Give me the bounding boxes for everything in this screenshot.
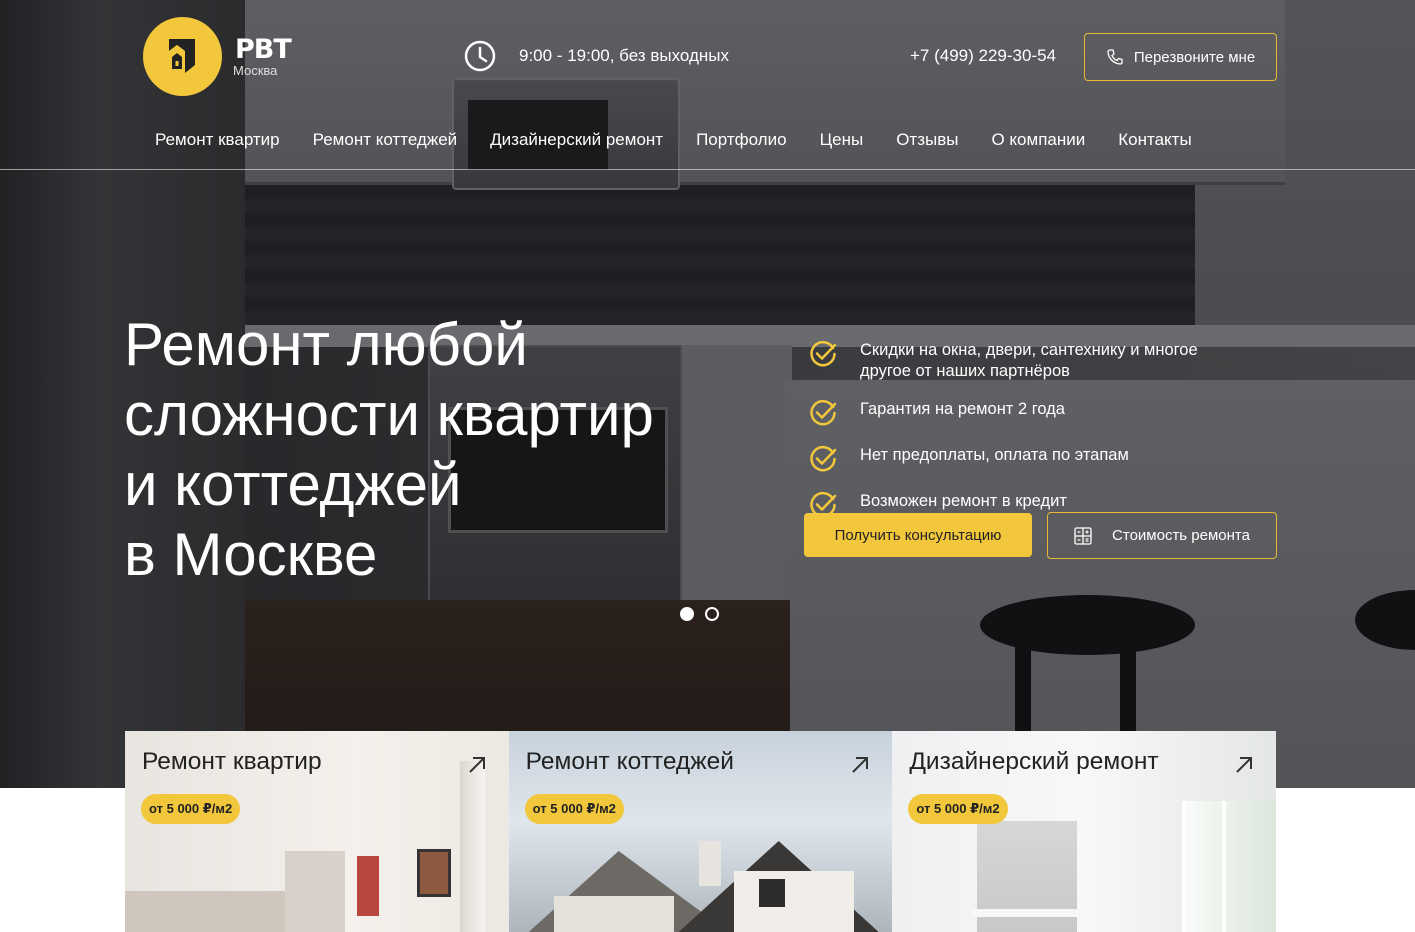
hero-title-line: Ремонт любой xyxy=(124,311,528,378)
slider-dots xyxy=(680,607,730,621)
nav-item-contacts[interactable]: Контакты xyxy=(1118,130,1191,150)
benefit-text: Скидки на окна, двери, сантехнику и мног… xyxy=(860,341,1198,380)
slider-dot-1[interactable] xyxy=(680,607,694,621)
brand-city: Москва xyxy=(233,62,278,78)
slider-dot-2[interactable] xyxy=(705,607,719,621)
benefit-text: Возможен ремонт в кредит xyxy=(860,492,1067,510)
main-nav: Ремонт квартир Ремонт коттеджей Дизайнер… xyxy=(155,130,1225,150)
nav-item-reviews[interactable]: Отзывы xyxy=(896,130,958,150)
repair-cost-label: Стоимость ремонта xyxy=(1112,527,1250,544)
service-card-cottages[interactable]: Ремонт коттеджей от 5 000 ₽/м2 xyxy=(508,731,893,932)
nav-item-apartments[interactable]: Ремонт квартир xyxy=(155,130,280,150)
hero-title-line: и коттеджей xyxy=(124,451,462,518)
card-title: Ремонт коттеджей xyxy=(525,748,734,775)
repair-cost-button[interactable]: Стоимость ремонта xyxy=(1047,512,1277,559)
consultation-button[interactable]: Получить консультацию xyxy=(804,513,1032,557)
nav-item-portfolio[interactable]: Портфолио xyxy=(696,130,786,150)
price-badge: от 5 000 ₽/м2 xyxy=(141,794,241,824)
brand-logo[interactable]: РВТ Москва xyxy=(143,17,292,96)
benefits-list: Скидки на окна, двери, сантехнику и мног… xyxy=(808,340,1248,537)
brand-name: РВТ xyxy=(235,33,292,65)
nav-item-about[interactable]: О компании xyxy=(991,130,1085,150)
benefit-text: Гарантия на ремонт 2 года xyxy=(860,400,1065,418)
hero-title: Ремонт любой сложности квартир и коттедж… xyxy=(124,310,744,590)
calculator-icon xyxy=(1074,526,1092,545)
check-circle-icon xyxy=(810,445,837,472)
house-logo-icon xyxy=(169,39,195,73)
callback-label: Перезвоните мне xyxy=(1133,48,1256,66)
card-title: Ремонт квартир xyxy=(142,748,322,775)
service-cards: Ремонт квартир от 5 000 ₽/м2 Ремонт котт… xyxy=(125,731,1277,932)
price-badge: от 5 000 ₽/м2 xyxy=(908,794,1008,824)
check-circle-icon xyxy=(810,399,837,426)
arrow-up-right-icon xyxy=(468,757,485,773)
service-card-apartments[interactable]: Ремонт квартир от 5 000 ₽/м2 xyxy=(125,731,509,932)
phone-icon xyxy=(1107,49,1123,65)
benefit-item: Нет предоплаты, оплата по этапам xyxy=(808,445,1248,474)
service-card-design[interactable]: Дизайнерский ремонт от 5 000 ₽/м2 xyxy=(892,731,1277,932)
hero-section: РВТ Москва 9:00 - 19:00, без выходных +7… xyxy=(0,0,1415,788)
card-title: Дизайнерский ремонт xyxy=(909,748,1159,775)
clock-icon xyxy=(464,40,496,72)
arrow-up-right-icon xyxy=(852,757,869,773)
nav-item-prices[interactable]: Цены xyxy=(820,130,864,150)
nav-item-cottages[interactable]: Ремонт коттеджей xyxy=(313,130,458,150)
benefit-item: Скидки на окна, двери, сантехнику и мног… xyxy=(808,340,1248,382)
working-hours: 9:00 - 19:00, без выходных xyxy=(463,39,729,73)
nav-divider xyxy=(0,169,1415,170)
phone-number[interactable]: +7 (499) 229-30-54 xyxy=(910,46,1056,66)
benefit-item: Гарантия на ремонт 2 года xyxy=(808,399,1248,428)
check-circle-icon xyxy=(810,340,837,367)
hero-title-line: в Москве xyxy=(124,521,378,588)
callback-button[interactable]: Перезвоните мне xyxy=(1084,33,1277,81)
logo-badge xyxy=(143,17,222,96)
price-badge: от 5 000 ₽/м2 xyxy=(524,794,624,824)
hero-title-line: сложности квартир xyxy=(124,381,654,448)
hours-text: 9:00 - 19:00, без выходных xyxy=(519,46,729,65)
nav-item-design[interactable]: Дизайнерский ремонт xyxy=(490,130,663,150)
arrow-up-right-icon xyxy=(1236,757,1253,773)
benefit-text: Нет предоплаты, оплата по этапам xyxy=(860,446,1129,464)
